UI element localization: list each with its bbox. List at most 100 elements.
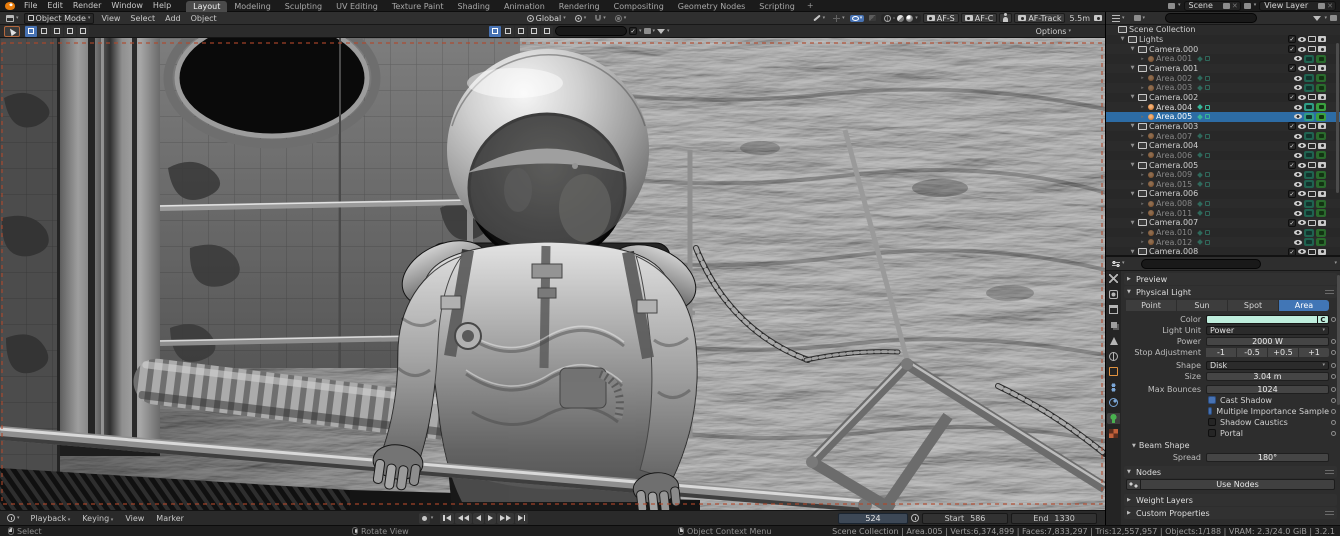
expand-arrow[interactable] [1139,114,1146,120]
render-visibility-toggle-icon[interactable] [1316,209,1326,217]
af-subject-button[interactable] [999,13,1012,23]
mode-icon-5[interactable] [541,26,553,37]
hide-viewport-eye-icon[interactable] [1294,201,1302,206]
funnel-caret[interactable]: ▾ [667,29,670,34]
animate-dot[interactable] [1329,431,1337,436]
outliner-row[interactable]: Area.001 ✓ [1106,54,1340,64]
jump-to-end-button[interactable] [515,513,529,524]
expand-arrow[interactable] [1119,36,1126,42]
preview-panel-header[interactable]: ▶Preview [1124,273,1337,285]
animate-dot[interactable] [1329,374,1337,379]
expand-arrow[interactable] [1139,172,1146,178]
workspace-tab[interactable]: Sculpting [278,1,329,12]
outliner-row[interactable]: Area.002 ✓ [1106,73,1340,83]
exclude-checkbox[interactable]: ✓ [1288,93,1296,101]
rendered-shading-icon[interactable] [906,15,913,22]
remove-view-layer-icon[interactable]: ✕ [1327,2,1333,10]
disable-render-icon[interactable] [1318,94,1326,100]
disable-render-icon[interactable] [1318,162,1326,168]
viewport-visibility-toggle-icon[interactable] [1304,229,1314,237]
light-unit-dropdown[interactable]: Power▾ [1206,326,1329,335]
workspace-tab[interactable]: Rendering [552,1,607,12]
scene-selector[interactable]: Scene ✕ [1184,1,1241,11]
expand-arrow[interactable] [1139,152,1146,158]
checkbox[interactable] [1208,396,1216,404]
render-visibility-toggle-icon[interactable] [1316,113,1326,121]
viewport-visibility-toggle-icon[interactable] [1304,238,1314,246]
render-visibility-toggle-icon[interactable] [1316,74,1326,82]
pivot-point-dropdown[interactable]: ▾ [572,13,590,24]
viewport-canvas[interactable] [0,38,1105,510]
outliner-row[interactable]: Area.009 ✓ [1106,170,1340,180]
mode-dropdown[interactable]: Object Mode▾ [24,13,95,24]
light-type-tab[interactable]: Point [1126,300,1176,311]
hide-viewport-eye-icon[interactable] [1294,182,1302,187]
hide-viewport-eye-icon[interactable] [1298,143,1306,148]
disable-viewport-icon[interactable] [1308,46,1316,52]
editor-type-button[interactable]: ▾ [3,13,22,24]
checkbox[interactable] [1208,407,1212,415]
outliner-row[interactable]: Area.008 ✓ [1106,199,1340,209]
disable-render-icon[interactable] [1318,143,1326,149]
disable-render-icon[interactable] [1318,249,1326,255]
unlink-scene-icon[interactable]: ✕ [1232,2,1238,10]
hide-viewport-eye-icon[interactable] [1298,124,1306,129]
hide-viewport-eye-icon[interactable] [1294,240,1302,245]
outliner-scrollbar[interactable] [1336,43,1339,193]
jump-to-start-button[interactable] [440,513,454,524]
scene-browse-caret[interactable]: ▾ [1178,3,1181,8]
af-continuous-button[interactable]: AF-C [961,13,998,23]
outliner-row[interactable]: Area.010 ✓ [1106,228,1340,238]
outliner-row[interactable]: Camera.003 ✓ [1106,122,1340,132]
keying-set-caret[interactable]: ▾ [431,516,434,521]
properties-tab[interactable] [1107,351,1120,362]
hide-viewport-eye-icon[interactable] [1294,230,1302,235]
hide-viewport-eye-icon[interactable] [1294,56,1302,61]
properties-tab[interactable] [1107,320,1120,331]
expand-arrow[interactable] [1129,65,1136,71]
options-dropdown[interactable]: Options▾ [1036,27,1071,36]
viewport-menu-item[interactable]: Object [186,14,222,23]
timeline-editor-type-button[interactable]: ▾ [4,513,23,524]
properties-tab[interactable] [1107,428,1120,439]
outliner-row[interactable]: Area.011 ✓ [1106,208,1340,218]
disable-render-icon[interactable] [1318,220,1326,226]
blender-logo-icon[interactable] [5,2,15,10]
gizmo-dropdown[interactable]: ▾ [830,13,848,24]
mode-icon-2[interactable] [502,26,514,37]
outliner-row[interactable]: Camera.006 ✓ [1106,189,1340,199]
expand-arrow[interactable] [1129,123,1136,129]
viewport-menu-item[interactable]: Add [160,14,186,23]
properties-editor-type-button[interactable]: ▾ [1109,258,1128,269]
play-reverse-button[interactable] [473,513,484,524]
animate-dot[interactable] [1329,363,1337,368]
outliner-display-mode-dropdown[interactable]: ▾ [1131,13,1149,24]
viewport-visibility-toggle-icon[interactable] [1304,151,1314,159]
expand-arrow[interactable] [1139,56,1146,62]
stop-adjust-button[interactable]: -0.5 [1237,348,1267,357]
prev-keyframe-button[interactable] [455,513,472,524]
wireframe-shading-icon[interactable] [884,15,891,22]
outliner-row[interactable]: Scene Collection ✓ [1106,25,1340,35]
animate-dot[interactable] [1329,317,1337,322]
disable-render-icon[interactable] [1318,123,1326,129]
topbar-menu-item[interactable]: File [19,1,42,10]
color-swatch[interactable] [1206,315,1318,324]
exclude-checkbox[interactable]: ✓ [1288,248,1296,256]
render-visibility-toggle-icon[interactable] [1316,200,1326,208]
select-extend-button[interactable] [38,26,50,37]
topbar-menu-item[interactable]: Render [68,1,106,10]
outliner-row[interactable]: Area.007 ✓ [1106,131,1340,141]
expand-arrow[interactable] [1129,143,1136,149]
outliner-row[interactable]: Camera.007 ✓ [1106,218,1340,228]
workspace-tab[interactable]: Modeling [227,1,277,12]
viewport-menu-item[interactable]: View [96,14,125,23]
use-nodes-button[interactable]: Use Nodes [1126,479,1335,490]
viewport-visibility-toggle-icon[interactable] [1304,209,1314,217]
filter-checkbox[interactable]: ✓ [629,27,637,35]
hide-viewport-eye-icon[interactable] [1294,134,1302,139]
camera-settings-icon[interactable] [1094,15,1102,21]
hide-viewport-eye-icon[interactable] [1298,163,1306,168]
exclude-checkbox[interactable]: ✓ [1288,142,1296,150]
properties-tab[interactable] [1107,397,1120,408]
